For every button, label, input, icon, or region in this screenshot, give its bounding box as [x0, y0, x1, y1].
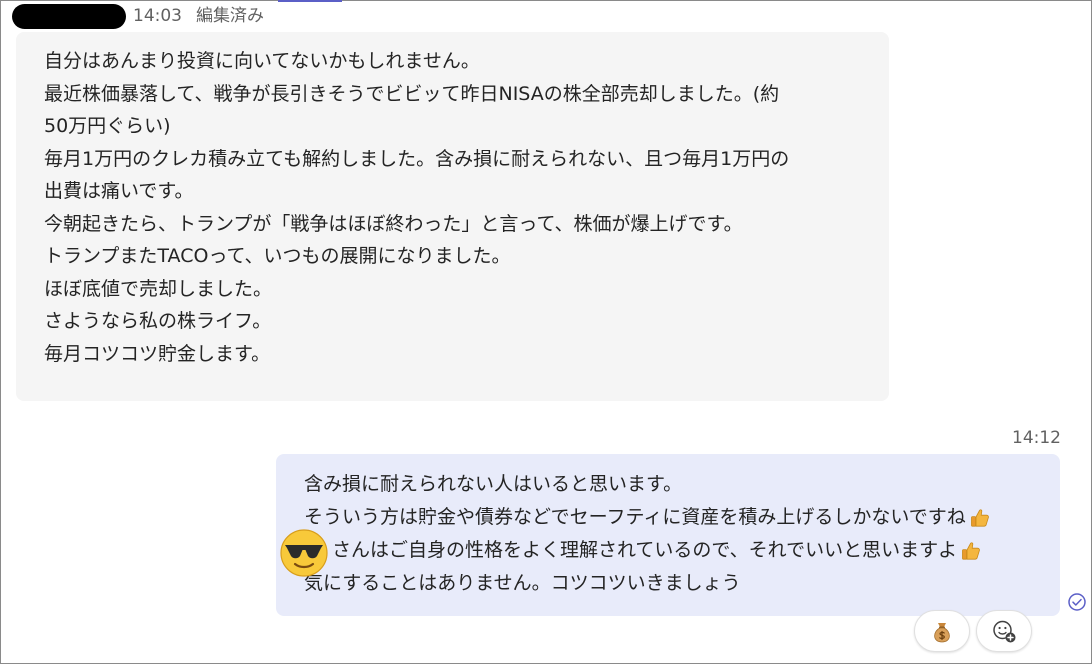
- message-line: 出費は痛いです。: [44, 180, 194, 202]
- message-line: 毎月1万円のクレカ積み立ても解約しました。含み損に耐えられない、且つ毎月1万円の: [44, 147, 790, 170]
- message-line: 気にすることはありません。コツコツいきましょう: [304, 567, 1060, 600]
- incoming-timestamp: 14:03: [133, 6, 182, 26]
- thumbs-up-icon: [970, 508, 989, 527]
- message-line: 今朝起きたら、トランプが「戦争はほぼ終わった」と言って、株価が爆上げです。: [44, 212, 743, 235]
- message-line: そういう方は貯金や債券などでセーフティに資産を積み上げるしかないですね: [304, 501, 1060, 534]
- message-line: 毎月コツコツ貯金します。: [44, 342, 271, 365]
- message-line: 最近株価暴落して、戦争が長引きそうでビビッて昨日NISAの株全部売却しました。(…: [44, 82, 780, 105]
- incoming-message-bubble[interactable]: 自分はあんまり投資に向いてないかもしれません。 最近株価暴落して、戦争が長引きそ…: [16, 32, 889, 401]
- sender-name-redacted: [12, 4, 126, 29]
- message-line-text: 含み損に耐えられない人はいると思います。: [304, 473, 683, 495]
- edited-label: 編集済み: [196, 6, 264, 26]
- message-line: さんはご自身の性格をよく理解されているので、それでいいと思いますよ: [304, 534, 1060, 567]
- thumbs-up-icon: [962, 541, 980, 560]
- message-line: 50万円ぐらい): [44, 115, 171, 137]
- message-line: トランプまたTACOって、いつもの展開になりました。: [44, 245, 511, 267]
- message-line: 含み損に耐えられない人はいると思います。: [304, 468, 1060, 501]
- read-receipt-icon: [1068, 593, 1086, 611]
- reaction-money-bag[interactable]: [914, 610, 970, 652]
- add-reaction-icon: [993, 620, 1016, 643]
- top-accent-bar: [278, 0, 342, 2]
- money-bag-icon: [934, 623, 950, 643]
- outgoing-timestamp: 14:12: [1012, 428, 1061, 448]
- message-line-text: 気にすることはありません。コツコツいきましょう: [304, 572, 741, 594]
- message-line-text: そういう方は貯金や債券などでセーフティに資産を積み上げるしかないですね: [304, 506, 966, 528]
- message-line-text: さんはご自身の性格をよく理解されているので、それでいいと思いますよ: [332, 539, 958, 561]
- add-reaction-button[interactable]: [976, 610, 1032, 652]
- message-line: さようなら私の株ライフ。: [44, 310, 272, 332]
- message-line: ほぼ底値で売却しました。: [44, 277, 273, 300]
- sunglasses-face-icon: [280, 529, 328, 577]
- message-line: 自分はあんまり投資に向いてないかもしれません。: [44, 50, 480, 72]
- outgoing-message-bubble[interactable]: 含み損に耐えられない人はいると思います。 そういう方は貯金や債券などでセーフティ…: [276, 454, 1060, 616]
